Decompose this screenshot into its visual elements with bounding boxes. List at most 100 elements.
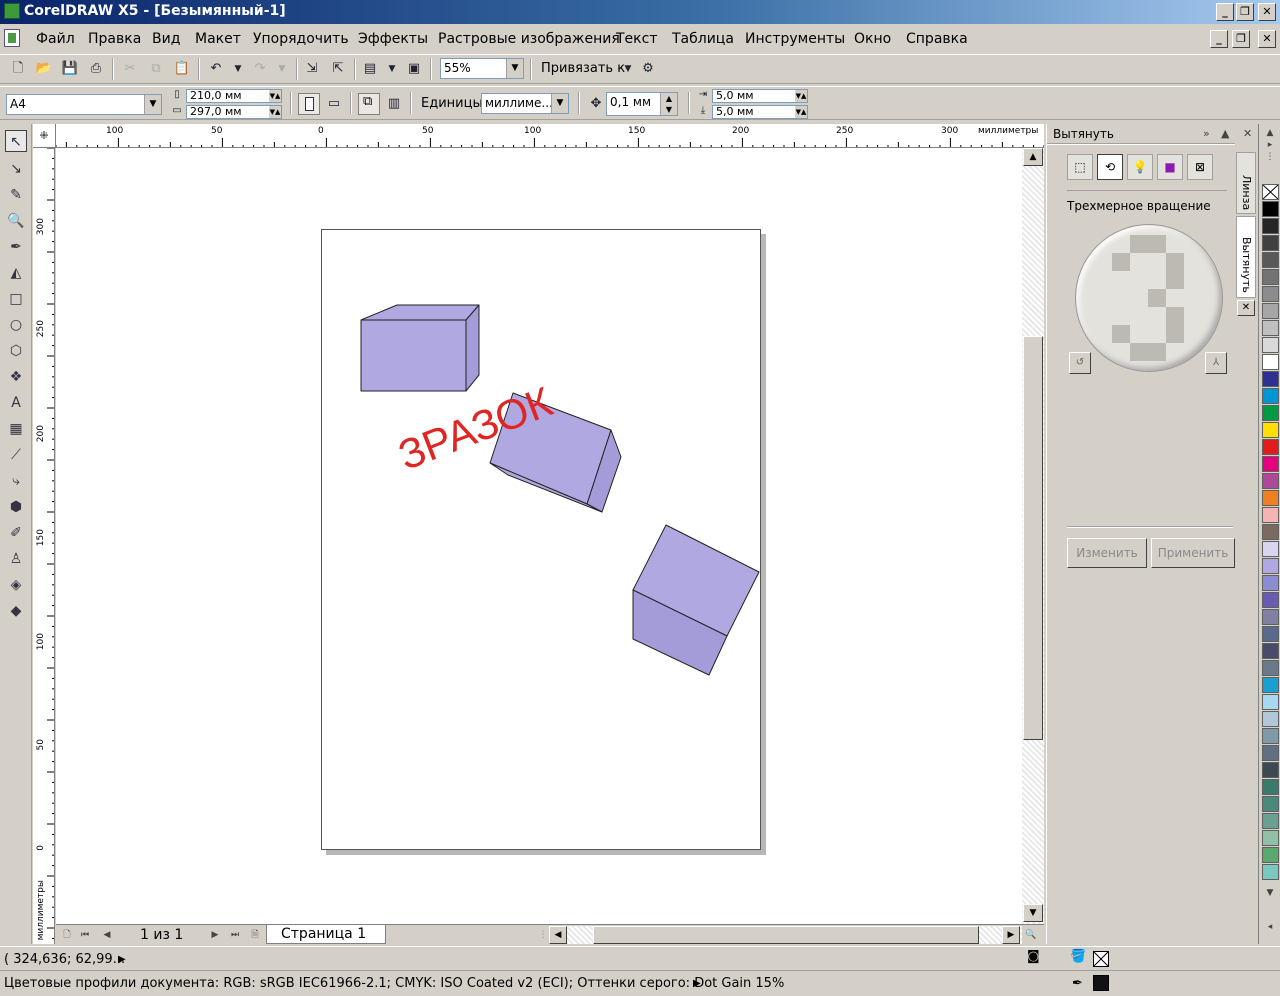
snap-to-label[interactable]: Привязать к [541,61,625,76]
add-page-after-icon[interactable]: 🗎 [248,928,262,942]
nudge-distance-field[interactable]: 0,1 мм ▲ ▼ [606,92,678,116]
extrude-rotation-tab-icon[interactable]: ⟲ [1097,154,1123,180]
horizontal-scrollbar[interactable]: ◀ ▶ [549,926,1022,944]
interactive-fill-tool-icon[interactable]: ◆ [5,600,27,622]
all-pages-button[interactable]: ⧉ [358,93,380,115]
chevron-down-icon[interactable]: ▼ [144,95,161,114]
color-swatch[interactable] [1262,303,1279,319]
ellipse-tool-icon[interactable]: ○ [5,314,27,336]
landscape-icon[interactable]: ▭ [324,94,344,114]
color-swatch[interactable] [1262,677,1279,693]
doc-restore-button[interactable]: ❐ [1232,30,1250,48]
extrude-lighting-tab-icon[interactable]: 💡 [1127,154,1153,180]
color-swatch[interactable] [1262,524,1279,540]
color-swatch[interactable] [1262,762,1279,778]
ruler-origin-icon[interactable]: ⁜ [33,124,56,148]
spin-arrows-icon[interactable]: ▲ ▼ [660,93,677,115]
crop-tool-icon[interactable]: ✎ [5,184,27,206]
portrait-button[interactable] [298,93,320,115]
menu-tools[interactable]: Инструменты [745,31,845,47]
color-swatch[interactable] [1262,218,1279,234]
export-icon[interactable]: ⇱ [328,59,348,79]
document-icon[interactable] [4,29,20,47]
scroll-left-icon[interactable]: ◀ [549,926,567,944]
duplicate-y-field[interactable]: 5,0 мм ▼▲ [712,105,808,119]
pick-tool-icon[interactable]: ↖ [5,130,27,152]
basic-shapes-tool-icon[interactable]: ❖ [5,366,27,388]
outline-tool-icon[interactable]: ♙ [5,548,27,570]
horizontal-ruler[interactable]: 100 50 0 50 100 150 200 250 300 миллимет… [56,124,1044,148]
page-height-field[interactable]: 297,0 мм ▼▲ [186,105,282,119]
color-swatch[interactable] [1262,575,1279,591]
cut-icon[interactable]: ✂ [120,59,140,79]
menu-table[interactable]: Таблица [672,31,734,47]
color-swatch[interactable] [1262,354,1279,370]
close-button[interactable]: ✕ [1258,3,1276,21]
vertical-scroll-thumb[interactable] [1023,336,1043,740]
zoom-tool-icon[interactable]: 🔍 [5,210,27,232]
color-swatch[interactable] [1262,439,1279,455]
extruded-box-3[interactable] [632,524,760,676]
color-swatch[interactable] [1262,422,1279,438]
table-tool-icon[interactable]: ▦ [5,418,27,440]
numeric-rotation-icon[interactable]: ⅄ [1205,352,1227,374]
next-page-icon[interactable]: ▶ [208,928,222,942]
menu-file[interactable]: Файл [36,31,75,47]
scroll-down-icon[interactable]: ▼ [1023,904,1043,922]
color-swatch[interactable] [1262,269,1279,285]
color-swatch[interactable] [1262,456,1279,472]
spin-arrows-icon[interactable]: ▼▲ [795,90,807,102]
no-color-swatch-icon[interactable] [1262,184,1279,200]
outline-color-swatch[interactable] [1093,975,1109,991]
apply-button[interactable]: Применить [1151,538,1235,568]
color-swatch[interactable] [1262,745,1279,761]
coords-expand-icon[interactable]: ▶ [118,954,126,965]
menu-edit[interactable]: Правка [88,31,141,47]
chevron-down-icon[interactable]: ▼ [506,59,523,78]
zoom-navigator-icon[interactable]: 🔍 [1024,928,1038,942]
color-swatch[interactable] [1262,235,1279,251]
prev-page-icon[interactable]: ◀ [100,928,114,942]
reset-rotation-icon[interactable]: ↺ [1069,352,1091,374]
shape-tool-icon[interactable]: ↘ [5,158,27,180]
extrude-bevel-tab-icon[interactable]: ⊠ [1187,154,1213,180]
spin-arrows-icon[interactable]: ▼▲ [269,106,281,118]
paste-icon[interactable]: 📋 [172,59,192,79]
launcher-dropdown-icon[interactable]: ▼ [382,59,402,79]
color-swatch[interactable] [1262,507,1279,523]
first-page-icon[interactable]: ⏮ [78,928,92,942]
palette-scroll-down-icon[interactable]: ▼ [1262,886,1278,900]
menu-arrange[interactable]: Упорядочить [253,31,349,47]
connector-tool-icon[interactable]: ⤷ [5,470,27,492]
zoom-level-combo[interactable]: 55% ▼ [440,58,524,79]
tab-lens[interactable]: Линза [1236,152,1256,214]
spin-arrows-icon[interactable]: ▼▲ [269,90,281,102]
scroll-up-icon[interactable]: ▲ [1023,148,1043,166]
extrude-camera-tab-icon[interactable]: ⬚ [1067,154,1093,180]
scroll-right-icon[interactable]: ▶ [1002,926,1020,944]
minimize-button[interactable]: _ [1216,3,1234,21]
profiles-expand-icon[interactable]: ▶ [693,978,701,989]
maximize-button[interactable]: ❐ [1236,3,1254,21]
application-launcher-icon[interactable]: ▤ [360,59,380,79]
paper-size-combo[interactable]: A4 ▼ [6,94,162,115]
menu-help[interactable]: Справка [906,31,968,47]
color-swatch[interactable] [1262,779,1279,795]
new-document-icon[interactable]: 🗋 [8,59,28,79]
add-page-icon[interactable]: 🗋 [60,928,74,942]
drawing-canvas[interactable]: ЗРАЗОК [56,148,1022,924]
color-swatch[interactable] [1262,626,1279,642]
import-icon[interactable]: ⇲ [302,59,322,79]
extrude-tool-icon[interactable]: ⬢ [5,496,27,518]
color-swatch[interactable] [1262,711,1279,727]
color-swatch[interactable] [1262,473,1279,489]
color-swatch[interactable] [1262,541,1279,557]
menu-effects[interactable]: Эффекты [358,31,428,47]
color-swatch[interactable] [1262,609,1279,625]
page-width-field[interactable]: 210,0 мм ▼▲ [186,89,282,103]
menu-layout[interactable]: Макет [195,31,241,47]
docker-expand-icon[interactable]: » [1203,124,1210,144]
horizontal-scroll-thumb[interactable] [593,926,979,944]
open-icon[interactable]: 📂 [34,59,54,79]
fill-tool-icon[interactable]: ◈ [5,574,27,596]
